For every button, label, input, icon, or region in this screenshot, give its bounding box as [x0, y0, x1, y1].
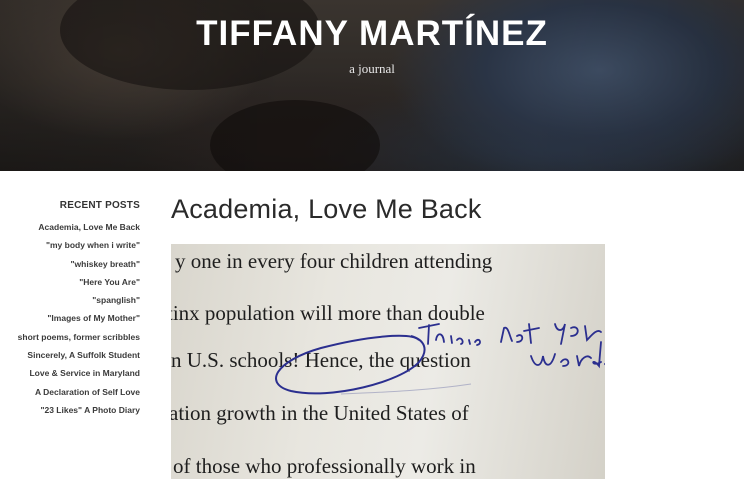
recent-post-link[interactable]: "23 Likes" A Photo Diary: [0, 401, 140, 419]
recent-post-link[interactable]: Academia, Love Me Back: [0, 218, 140, 236]
handwritten-annotation: [275, 323, 605, 395]
ink-word-is: [468, 338, 481, 346]
recent-posts-heading: RECENT POSTS: [59, 200, 140, 211]
sidebar-recent-posts: RECENT POSTS Academia, Love Me Back "my …: [0, 200, 140, 419]
site-title[interactable]: TIFFANY MARTÍNEZ: [0, 14, 744, 54]
post-title[interactable]: Academia, Love Me Back: [171, 194, 482, 225]
recent-post-link[interactable]: Sincerely, A Suffolk Student: [0, 346, 140, 364]
recent-posts-list: Academia, Love Me Back "my body when i w…: [0, 218, 140, 419]
ink-word-word: [530, 341, 605, 369]
recent-post-link[interactable]: "Images of My Mother": [0, 309, 140, 327]
header-banner: TIFFANY MARTÍNEZ a journal: [0, 0, 744, 171]
recent-post-link[interactable]: A Declaration of Self Love: [0, 383, 140, 401]
recent-post-link[interactable]: short poems, former scribbles: [0, 328, 140, 346]
recent-post-link[interactable]: "spanglish": [0, 291, 140, 309]
ink-circle: [275, 334, 426, 395]
ink-word-not: [500, 323, 540, 344]
recent-post-link[interactable]: "whiskey breath": [0, 255, 140, 273]
ink-word-your: [554, 323, 602, 345]
recent-post-link[interactable]: "Here You Are": [0, 273, 140, 291]
post-image-marked-paper: y one in every four children attending t…: [171, 244, 605, 479]
site-tagline: a journal: [349, 61, 395, 76]
ink-word-this: [418, 323, 464, 345]
recent-post-link[interactable]: Love & Service in Maryland: [0, 364, 140, 382]
recent-post-link[interactable]: "my body when i write": [0, 236, 140, 254]
